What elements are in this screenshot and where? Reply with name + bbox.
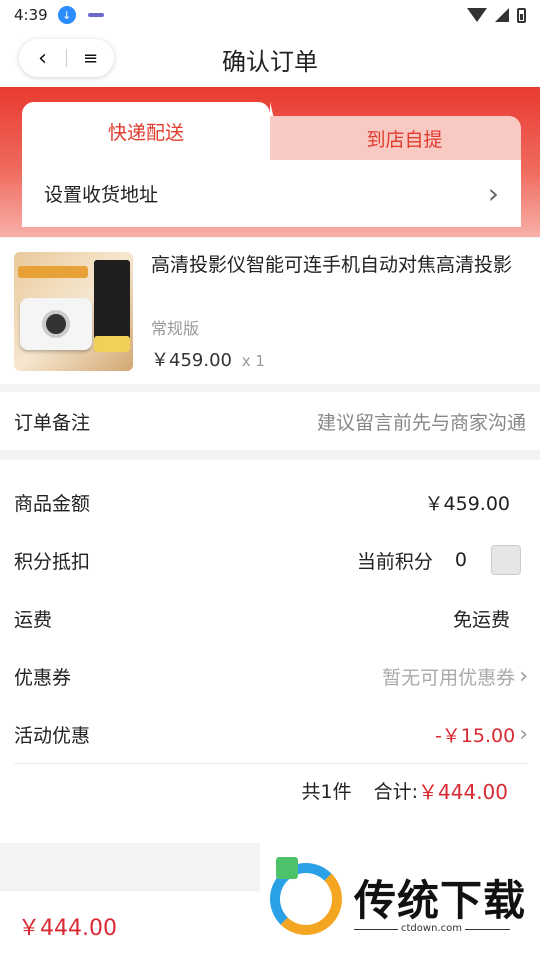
current-points-value: 0: [454, 549, 467, 571]
product-variant: 常规版: [151, 319, 200, 338]
wifi-icon: [467, 8, 487, 22]
status-bar: 4:39 ↓: [0, 0, 540, 30]
promotion-row[interactable]: 活动优惠 -￥15.00 ›: [14, 714, 528, 754]
total-label: 合计:: [373, 781, 419, 803]
set-address-row[interactable]: 设置收货地址 ›: [22, 160, 521, 227]
goods-amount-row: 商品金额 ￥459.00: [14, 482, 528, 522]
product-price-line: ￥459.00 x 1: [151, 346, 265, 372]
download-icon: ↓: [57, 6, 76, 24]
watermark-text: 传统下载: [354, 876, 527, 925]
total-amount: ￥444.00: [418, 780, 508, 804]
promotion-value: -￥15.00: [434, 724, 516, 747]
current-points-label: 当前积分: [356, 550, 433, 573]
chevron-right-icon: ›: [519, 663, 528, 689]
page-title: 确认订单: [222, 48, 318, 76]
shipping-label: 运费: [14, 608, 53, 631]
bottom-total-price: ￥444.00: [18, 915, 117, 941]
chevron-right-icon: ›: [519, 721, 528, 747]
signal-icon: [495, 8, 509, 22]
battery-icon: [517, 7, 526, 23]
order-summary: 商品金额 ￥459.00 积分抵扣 当前积分 0 运费 免运费 优惠券 暂无可用…: [0, 460, 540, 843]
goods-amount-label: 商品金额: [14, 492, 91, 515]
coupon-label: 优惠券: [14, 666, 72, 689]
product-quantity: x 1: [241, 352, 265, 370]
order-remark-row[interactable]: 订单备注 建议留言前先与商家沟通: [0, 392, 540, 450]
points-checkbox[interactable]: [491, 545, 521, 575]
product-title: 高清投影仪智能可连手机自动对焦高清投影: [151, 254, 513, 276]
chevron-right-icon: ›: [487, 177, 499, 210]
status-icons: [467, 7, 526, 23]
shipping-row: 运费 免运费: [14, 598, 528, 638]
notification-icon: [87, 13, 104, 17]
watermark-url: ctdown.com: [398, 923, 465, 934]
remark-label: 订单备注: [14, 411, 91, 434]
watermark-logo: 传统下载 ctdown.com: [260, 843, 540, 960]
total-row: 共1件 合计: ￥444.00: [302, 776, 508, 805]
remark-input[interactable]: 建议留言前先与商家沟通: [317, 408, 526, 435]
delivery-section: 快递配送 到店自提 设置收货地址 ›: [0, 87, 540, 237]
divider: [14, 763, 528, 764]
product-card: 高清投影仪智能可连手机自动对焦高清投影 常规版 ￥459.00 x 1: [0, 238, 540, 384]
points-deduction-row: 积分抵扣 当前积分 0: [14, 540, 528, 580]
product-image: [14, 252, 133, 371]
goods-amount-value: ￥459.00: [424, 492, 510, 515]
tab-store-pickup[interactable]: 到店自提: [270, 116, 521, 160]
address-label: 设置收货地址: [44, 184, 159, 206]
points-label: 积分抵扣: [14, 550, 91, 573]
shipping-value: 免运费: [452, 608, 510, 631]
product-price: ￥459.00: [151, 350, 232, 371]
status-time: 4:39: [14, 6, 48, 24]
coupon-row[interactable]: 优惠券 暂无可用优惠券 ›: [14, 656, 528, 696]
header: ‹ ≡ 确认订单: [0, 30, 540, 87]
tab-express-delivery[interactable]: 快递配送: [22, 102, 284, 160]
coupon-value: 暂无可用优惠券: [382, 666, 516, 689]
item-count: 共1件: [301, 781, 352, 803]
promotion-label: 活动优惠: [14, 724, 91, 747]
logo-dots-icon: [276, 857, 298, 879]
